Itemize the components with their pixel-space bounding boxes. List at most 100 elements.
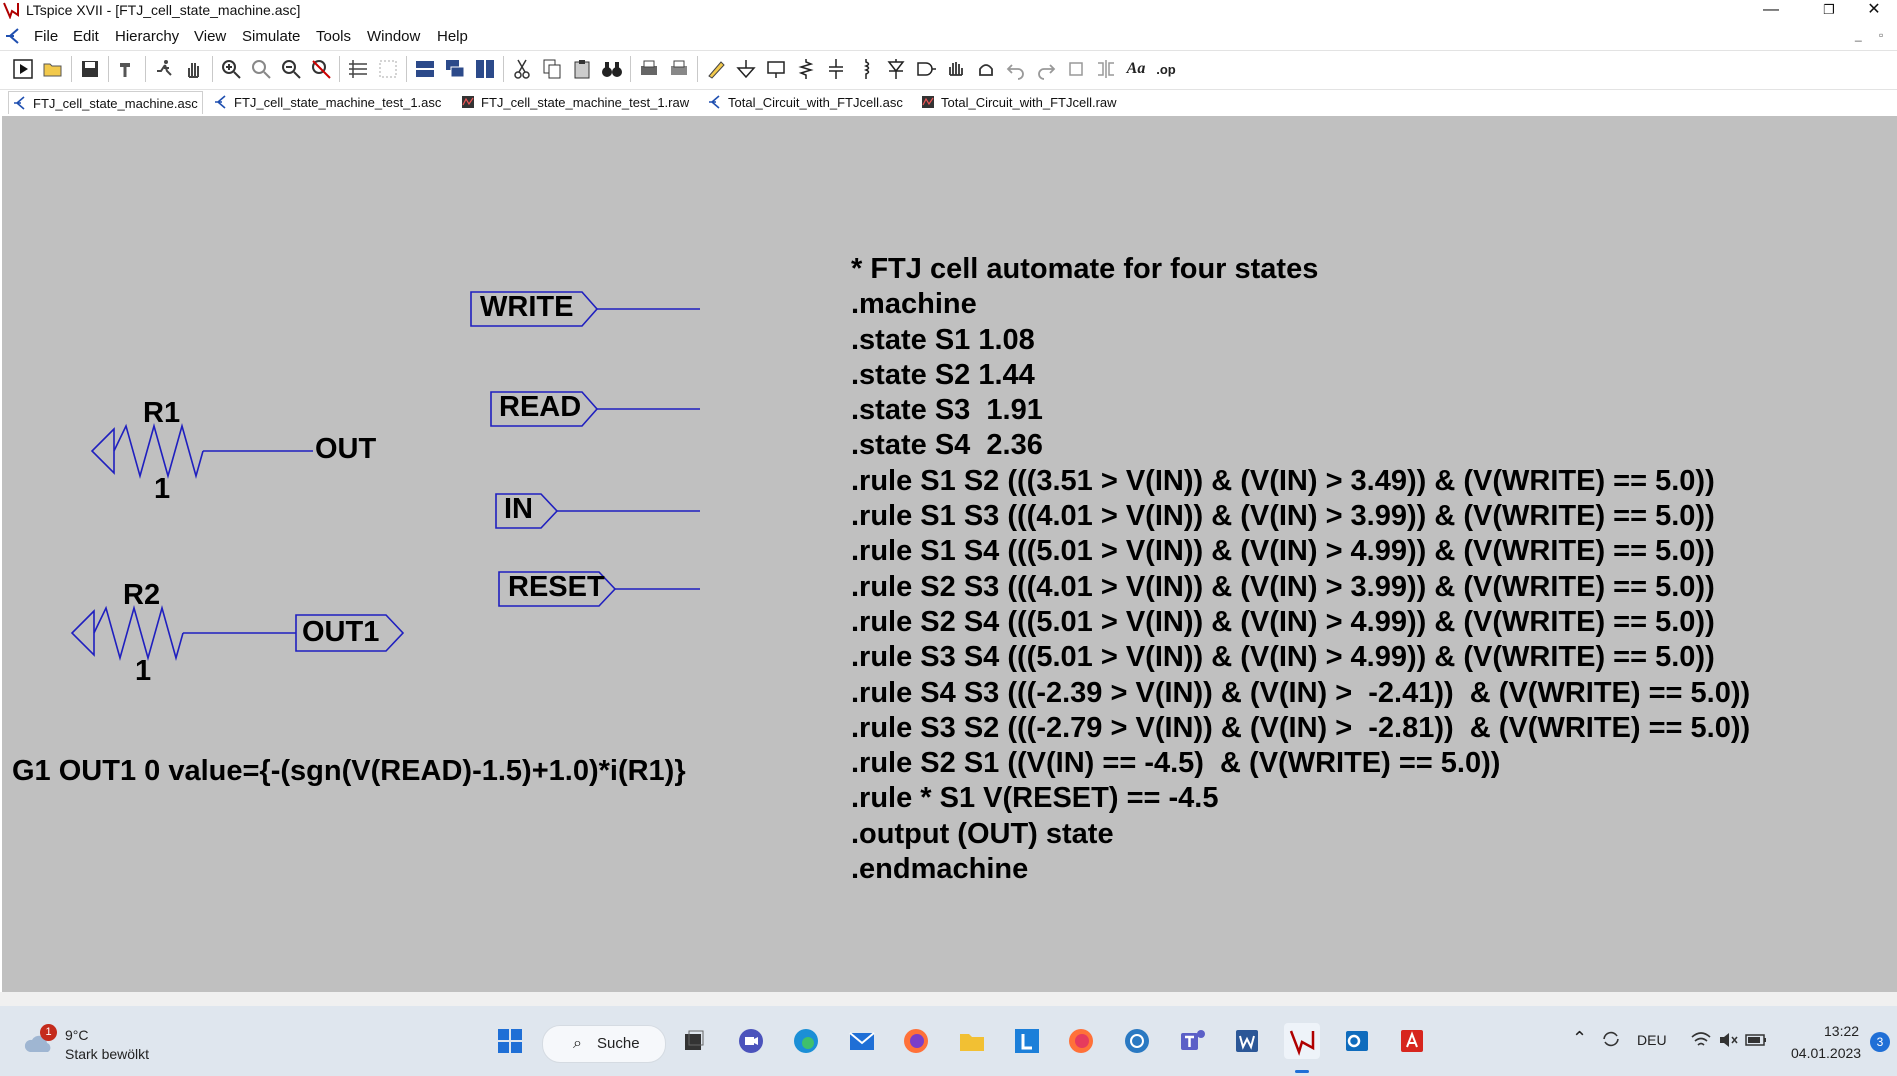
print-setup-button[interactable] bbox=[664, 54, 694, 84]
notification-badge[interactable]: 3 bbox=[1870, 1032, 1890, 1052]
windows-taskbar: 1 9°C Stark bewölkt ⌕ Suche ⌃ DEU 13:22 … bbox=[0, 1006, 1897, 1076]
spice-line: .rule S2 S3 (((4.01 > V(IN)) & (V(IN) > … bbox=[851, 570, 1715, 603]
undo-button[interactable] bbox=[1001, 54, 1031, 84]
weather-description[interactable]: Stark bewölkt bbox=[65, 1046, 149, 1062]
ground-button[interactable] bbox=[731, 54, 761, 84]
cascade-button[interactable] bbox=[440, 54, 470, 84]
inductor-button[interactable] bbox=[851, 54, 881, 84]
menu-window[interactable]: Window bbox=[367, 28, 420, 45]
minimize-button[interactable]: — bbox=[1748, 0, 1794, 22]
spice-directive-button[interactable]: .op bbox=[1151, 54, 1181, 84]
menu-tools[interactable]: Tools bbox=[316, 28, 351, 45]
tab-total-circuit-raw[interactable]: Total_Circuit_with_FTJcell.raw bbox=[921, 92, 1117, 112]
menu-simulate[interactable]: Simulate bbox=[242, 28, 300, 45]
search-label: Suche bbox=[597, 1035, 640, 1052]
close-button[interactable]: ✕ bbox=[1851, 0, 1897, 22]
meet-app-button[interactable] bbox=[733, 1023, 769, 1059]
tile-horizontal-icon bbox=[416, 61, 434, 77]
firefox-2-button[interactable] bbox=[1063, 1023, 1099, 1059]
autorange-button[interactable] bbox=[343, 54, 373, 84]
and-gate-icon bbox=[917, 62, 936, 76]
menu-bar: File Edit Hierarchy View Simulate Tools … bbox=[0, 25, 1897, 47]
halt-button[interactable] bbox=[149, 54, 179, 84]
spice-directive-block[interactable]: * FTJ cell automate for four states .mach… bbox=[851, 252, 1750, 887]
teams-button[interactable] bbox=[1174, 1023, 1210, 1059]
zoom-in-button[interactable] bbox=[216, 54, 246, 84]
label-net-button[interactable] bbox=[761, 54, 791, 84]
tab-ftj-cell-state-machine-test-asc[interactable]: FTJ_cell_state_machine_test_1.asc bbox=[214, 92, 441, 112]
outlook-button[interactable] bbox=[1339, 1023, 1375, 1059]
redo-button[interactable] bbox=[1031, 54, 1061, 84]
mdi-minimize-button[interactable]: _ bbox=[1855, 28, 1862, 42]
drag-button[interactable] bbox=[971, 54, 1001, 84]
save-button[interactable] bbox=[75, 54, 105, 84]
diode-button[interactable] bbox=[881, 54, 911, 84]
menu-hierarchy[interactable]: Hierarchy bbox=[115, 28, 179, 45]
zoom-fit-button[interactable] bbox=[306, 54, 336, 84]
net-label-out: OUT bbox=[315, 433, 377, 465]
weather-temperature[interactable]: 9°C bbox=[65, 1027, 89, 1043]
component-button[interactable] bbox=[911, 54, 941, 84]
window-title: LTspice XVII - [FTJ_cell_state_machine.a… bbox=[26, 2, 301, 18]
zoom-out-button[interactable] bbox=[276, 54, 306, 84]
move-button[interactable] bbox=[941, 54, 971, 84]
tab-ftj-cell-state-machine-test-raw[interactable]: FTJ_cell_state_machine_test_1.raw bbox=[461, 92, 689, 112]
menu-edit[interactable]: Edit bbox=[73, 28, 99, 45]
task-view-icon bbox=[685, 1030, 704, 1050]
mail-button[interactable] bbox=[844, 1023, 880, 1059]
show-hidden-icons-button[interactable]: ⌃ bbox=[1572, 1028, 1587, 1049]
grab-hand-icon bbox=[979, 64, 993, 76]
control-panel-button[interactable] bbox=[112, 54, 142, 84]
word-button[interactable] bbox=[1229, 1023, 1265, 1059]
menu-view[interactable]: View bbox=[194, 28, 226, 45]
paste-button[interactable] bbox=[567, 54, 597, 84]
copy-button[interactable] bbox=[537, 54, 567, 84]
l-app-button[interactable] bbox=[1009, 1023, 1045, 1059]
tab-ftj-cell-state-machine[interactable]: FTJ_cell_state_machine.asc bbox=[8, 91, 203, 114]
rotate-button[interactable] bbox=[1061, 54, 1091, 84]
mirror-button[interactable] bbox=[1091, 54, 1121, 84]
restore-button[interactable]: ❐ bbox=[1806, 0, 1852, 22]
text-button[interactable]: Aa bbox=[1121, 54, 1151, 84]
wifi-icon[interactable] bbox=[1690, 1030, 1712, 1050]
open-button[interactable] bbox=[38, 54, 68, 84]
capacitor-button[interactable] bbox=[821, 54, 851, 84]
cut-button[interactable] bbox=[507, 54, 537, 84]
tab-total-circuit-asc[interactable]: Total_Circuit_with_FTJcell.asc bbox=[708, 92, 903, 112]
open-hand-icon bbox=[949, 62, 963, 76]
run-button[interactable] bbox=[8, 54, 38, 84]
pan-button[interactable] bbox=[179, 54, 209, 84]
zoom-out-icon bbox=[282, 60, 301, 79]
sync-icon[interactable] bbox=[1600, 1028, 1622, 1050]
g1-directive[interactable]: G1 OUT1 0 value={-(sgn(V(READ)-1.5)+1.0)… bbox=[12, 755, 686, 788]
taskbar-search-box[interactable]: ⌕ Suche bbox=[542, 1025, 666, 1063]
schematic-canvas[interactable]: WRITE READ IN RESET OUT1 OUT R1 1 R2 1 G… bbox=[2, 116, 1897, 992]
waveform-icon bbox=[462, 96, 474, 108]
grid-button[interactable] bbox=[373, 54, 403, 84]
find-button[interactable] bbox=[597, 54, 627, 84]
start-button[interactable] bbox=[492, 1023, 528, 1059]
vpn-button[interactable] bbox=[1119, 1023, 1155, 1059]
save-icon bbox=[82, 61, 98, 77]
word-icon bbox=[1236, 1030, 1258, 1052]
task-view-button[interactable] bbox=[676, 1023, 712, 1059]
zoom-button[interactable] bbox=[246, 54, 276, 84]
input-language[interactable]: DEU bbox=[1637, 1032, 1667, 1048]
tile-horizontal-button[interactable] bbox=[410, 54, 440, 84]
tile-vertical-button[interactable] bbox=[470, 54, 500, 84]
firefox-button[interactable] bbox=[898, 1023, 934, 1059]
menu-help[interactable]: Help bbox=[437, 28, 468, 45]
acrobat-button[interactable] bbox=[1394, 1023, 1430, 1059]
draw-wire-button[interactable] bbox=[701, 54, 731, 84]
file-explorer-button[interactable] bbox=[954, 1023, 990, 1059]
clock-date[interactable]: 04.01.2023 bbox=[1791, 1045, 1861, 1061]
print-button[interactable] bbox=[634, 54, 664, 84]
battery-icon[interactable] bbox=[1744, 1030, 1768, 1050]
ltspice-button[interactable] bbox=[1284, 1023, 1320, 1059]
mdi-restore-button[interactable]: ▫ bbox=[1879, 28, 1883, 42]
speaker-muted-icon[interactable] bbox=[1717, 1030, 1739, 1050]
clock-time[interactable]: 13:22 bbox=[1824, 1023, 1859, 1039]
edge-button[interactable] bbox=[788, 1023, 824, 1059]
resistor-button[interactable] bbox=[791, 54, 821, 84]
menu-file[interactable]: File bbox=[34, 28, 58, 45]
